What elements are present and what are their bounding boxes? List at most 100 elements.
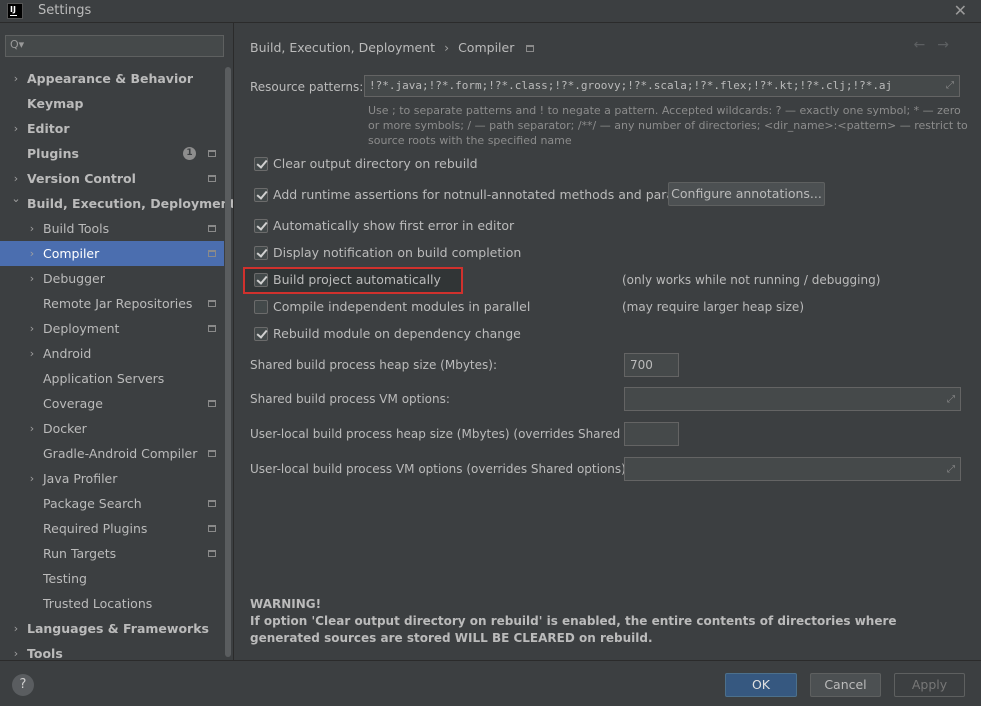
checkbox-label[interactable]: Display notification on build completion	[273, 244, 521, 262]
sidebar-item-label: Gradle-Android Compiler	[43, 446, 198, 461]
checkbox-checked[interactable]	[254, 246, 268, 260]
sidebar-item-compiler[interactable]: › Compiler	[0, 241, 224, 266]
sidebar-item-editor[interactable]: › Editor	[0, 116, 224, 141]
sidebar-item-build-execution-deployment[interactable]: ⌄ Build, Execution, Deployment	[0, 191, 233, 216]
checkbox-label[interactable]: Add runtime assertions for notnull-annot…	[273, 186, 718, 204]
checkbox-checked[interactable]	[254, 219, 268, 233]
chevron-right-icon[interactable]: ›	[10, 641, 22, 660]
checkbox-checked[interactable]	[254, 273, 268, 287]
sidebar-item-label: Application Servers	[43, 371, 165, 386]
sidebar-item-application-servers[interactable]: Application Servers	[0, 366, 224, 391]
sidebar-item-label: Build, Execution, Deployment	[27, 196, 233, 211]
checkbox-checked[interactable]	[254, 327, 268, 341]
sidebar-item-label: Debugger	[43, 271, 105, 286]
forward-arrow-icon[interactable]: →	[937, 37, 961, 53]
breadcrumb-current: Compiler	[458, 40, 515, 55]
checkbox-label[interactable]: Automatically show first error in editor	[273, 217, 514, 235]
sidebar-item-debugger[interactable]: › Debugger	[0, 266, 224, 291]
sidebar-item-java-profiler[interactable]: › Java Profiler	[0, 466, 224, 491]
project-scope-icon	[208, 525, 216, 532]
expand-icon[interactable]: ⤢	[947, 389, 955, 411]
sidebar-item-android[interactable]: › Android	[0, 341, 224, 366]
field-input[interactable]: 700	[624, 353, 679, 377]
checkbox-label[interactable]: Rebuild module on dependency change	[273, 325, 521, 343]
apply-button[interactable]: Apply	[894, 673, 965, 697]
project-scope-icon	[208, 175, 216, 182]
field-value: 700	[630, 358, 653, 372]
sidebar-item-languages-frameworks[interactable]: › Languages & Frameworks	[0, 616, 224, 641]
sidebar-item-package-search[interactable]: Package Search	[0, 491, 224, 516]
sidebar-item-gradle-android-compiler[interactable]: Gradle-Android Compiler	[0, 441, 224, 466]
window-title: Settings	[38, 3, 92, 18]
field-label: Shared build process VM options:	[250, 392, 450, 406]
ok-button[interactable]: OK	[725, 673, 797, 697]
sidebar-item-testing[interactable]: Testing	[0, 566, 224, 591]
chevron-right-icon[interactable]: ›	[26, 241, 38, 266]
sidebar-item-label: Languages & Frameworks	[27, 621, 209, 636]
chevron-right-icon[interactable]: ›	[26, 341, 38, 366]
title-bar: IJ Settings ✕	[0, 0, 981, 23]
checkbox-label[interactable]: Build project automatically	[273, 271, 441, 289]
sidebar-item-label: Run Targets	[43, 546, 117, 561]
sidebar-item-tools[interactable]: › Tools	[0, 641, 224, 660]
sidebar-item-label: Appearance & Behavior	[27, 71, 193, 86]
sidebar-item-remote-jar-repositories[interactable]: Remote Jar Repositories	[0, 291, 224, 316]
field-label: User-local build process heap size (Mbyt…	[250, 427, 657, 441]
sidebar-item-version-control[interactable]: › Version Control	[0, 166, 224, 191]
chevron-right-icon[interactable]: ›	[10, 616, 22, 641]
expand-icon[interactable]: ⤢	[946, 76, 954, 96]
project-scope-icon	[208, 225, 216, 232]
field-input[interactable]: ⤢	[624, 457, 961, 481]
expand-icon[interactable]: ⤢	[947, 459, 955, 481]
breadcrumb: Build, Execution, Deployment › Compiler	[250, 40, 535, 55]
configure-annotations-button[interactable]: Configure annotations...	[668, 182, 825, 206]
dialog-footer: ? OK Cancel Apply	[0, 660, 981, 706]
chevron-right-icon[interactable]: ›	[26, 216, 38, 241]
chevron-down-icon[interactable]: ⌄	[10, 186, 22, 211]
project-scope-icon	[526, 45, 535, 52]
project-scope-icon	[208, 325, 216, 332]
sidebar-item-keymap[interactable]: Keymap	[0, 91, 224, 116]
cancel-button[interactable]: Cancel	[810, 673, 881, 697]
update-count-badge: 1	[183, 147, 196, 160]
sidebar-item-run-targets[interactable]: Run Targets	[0, 541, 224, 566]
nav-arrows[interactable]: ←→	[914, 37, 961, 53]
checkbox-label[interactable]: Clear output directory on rebuild	[273, 155, 478, 173]
sidebar-item-required-plugins[interactable]: Required Plugins	[0, 516, 224, 541]
sidebar-item-deployment[interactable]: › Deployment	[0, 316, 224, 341]
chevron-right-icon[interactable]: ›	[26, 416, 38, 441]
sidebar-item-trusted-locations[interactable]: Trusted Locations	[0, 591, 224, 616]
sidebar-item-build-tools[interactable]: › Build Tools	[0, 216, 224, 241]
scrollbar-thumb[interactable]	[225, 67, 231, 657]
resource-patterns-label: Resource patterns:	[250, 80, 364, 94]
resource-patterns-value: !?*.java;!?*.form;!?*.class;!?*.groovy;!…	[369, 79, 893, 92]
field-input[interactable]	[624, 422, 679, 446]
sidebar-item-appearance-behavior[interactable]: › Appearance & Behavior	[0, 66, 224, 91]
chevron-right-icon[interactable]: ›	[10, 116, 22, 141]
search-input[interactable]: Q▾	[5, 35, 224, 57]
intellij-logo-icon: IJ	[7, 3, 23, 19]
field-input[interactable]: ⤢	[624, 387, 961, 411]
chevron-right-icon[interactable]: ›	[10, 66, 22, 91]
checkbox-unchecked[interactable]	[254, 300, 268, 314]
chevron-right-icon[interactable]: ›	[26, 466, 38, 491]
checkbox-checked[interactable]	[254, 157, 268, 171]
sidebar-scrollbar[interactable]	[224, 67, 232, 657]
breadcrumb-parent[interactable]: Build, Execution, Deployment	[250, 40, 435, 55]
project-scope-icon	[208, 250, 216, 257]
close-icon[interactable]: ✕	[954, 1, 967, 20]
checkbox-checked[interactable]	[254, 188, 268, 202]
sidebar-item-coverage[interactable]: Coverage	[0, 391, 224, 416]
checkbox-note: (may require larger heap size)	[622, 300, 804, 314]
compiler-settings-panel: Build, Execution, Deployment › Compiler ←→…	[234, 23, 981, 660]
back-arrow-icon[interactable]: ←	[914, 37, 938, 53]
checkbox-label[interactable]: Compile independent modules in parallel	[273, 298, 530, 316]
sidebar-item-docker[interactable]: › Docker	[0, 416, 224, 441]
resource-patterns-input[interactable]: !?*.java;!?*.form;!?*.class;!?*.groovy;!…	[364, 75, 960, 97]
chevron-right-icon[interactable]: ›	[26, 316, 38, 341]
project-scope-icon	[208, 150, 216, 157]
chevron-right-icon[interactable]: ›	[26, 266, 38, 291]
sidebar-item-plugins[interactable]: Plugins 1	[0, 141, 224, 166]
warning-message: WARNING! If option 'Clear output directo…	[250, 596, 970, 647]
help-button[interactable]: ?	[12, 674, 34, 696]
